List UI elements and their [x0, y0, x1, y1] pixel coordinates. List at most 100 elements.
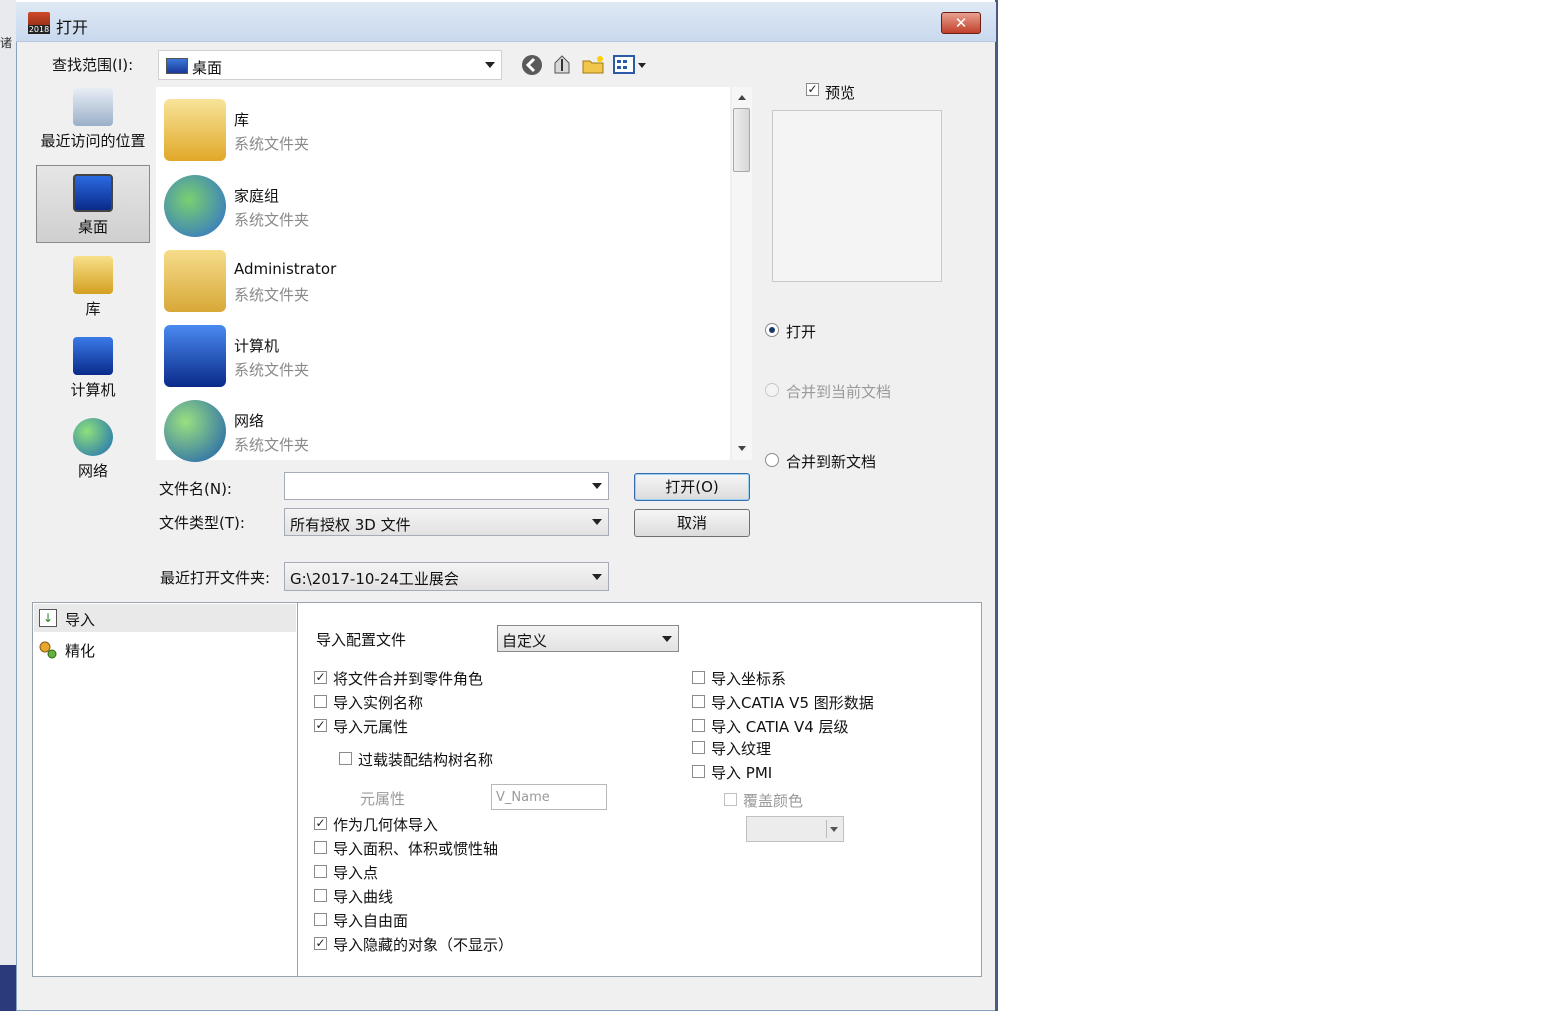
- meta-attribute-input[interactable]: V_Name: [491, 784, 607, 810]
- file-name: 库: [234, 111, 250, 129]
- open-radio-label: 打开: [786, 323, 817, 341]
- place-desktop[interactable]: 桌面: [36, 165, 150, 243]
- desktop-icon: [166, 58, 188, 74]
- filename-label: 文件名(N):: [159, 480, 232, 498]
- meta-attribute-value: V_Name: [496, 790, 550, 805]
- nav-item-refine[interactable]: 精化: [65, 640, 95, 661]
- place-library[interactable]: 库: [36, 256, 150, 322]
- up-folder-icon[interactable]: [550, 53, 574, 77]
- nav-item-import[interactable]: 导入: [65, 609, 95, 630]
- file-kind: 系统文件夹: [234, 286, 310, 304]
- recent-folder-label: 最近打开文件夹:: [160, 569, 271, 587]
- checkbox[interactable]: [314, 889, 327, 902]
- checkbox[interactable]: ✓: [314, 817, 327, 830]
- scrollbar-thumb[interactable]: [733, 108, 750, 172]
- dialog-footer: [17, 980, 995, 1010]
- open-button[interactable]: 打开(O): [634, 473, 750, 501]
- checkbox[interactable]: [724, 793, 737, 806]
- checkbox[interactable]: [692, 719, 705, 732]
- option-label: 导入纹理: [711, 740, 772, 758]
- import-icon: ↓: [39, 609, 57, 627]
- checkbox[interactable]: [339, 752, 352, 765]
- library-icon: [73, 256, 113, 294]
- option-label: 导入自由面: [333, 912, 409, 930]
- filetype-select[interactable]: 所有授权 3D 文件: [284, 508, 609, 536]
- merge-new-label: 合并到新文档: [786, 453, 877, 471]
- checkbox[interactable]: [692, 671, 705, 684]
- import-profile-value: 自定义: [502, 632, 548, 650]
- file-name: 网络: [234, 412, 265, 430]
- list-item[interactable]: 网络 系统文件夹: [164, 396, 724, 466]
- place-network[interactable]: 网络: [36, 418, 150, 484]
- option-label: 过载装配结构树名称: [358, 751, 494, 769]
- lookin-value: 桌面: [192, 59, 223, 77]
- checkbox[interactable]: [692, 741, 705, 754]
- checkbox[interactable]: [692, 765, 705, 778]
- background-text: 诸: [0, 36, 13, 50]
- file-kind: 系统文件夹: [234, 211, 310, 229]
- file-list[interactable]: 库 系统文件夹 家庭组 系统文件夹 Administrator 系统文件夹 计算…: [156, 87, 730, 462]
- place-library-label: 库: [85, 300, 101, 318]
- option-label: 导入坐标系: [711, 670, 787, 688]
- chevron-down-icon: [592, 573, 602, 580]
- filename-input[interactable]: [284, 472, 609, 500]
- views-menu-icon[interactable]: [612, 53, 648, 77]
- close-button[interactable]: ✕: [941, 12, 981, 34]
- app-icon-year: 2018: [28, 25, 50, 34]
- background-window-edge: [0, 0, 16, 1011]
- window-right-border: [995, 0, 998, 1011]
- option-label: 导入曲线: [333, 888, 394, 906]
- checkbox[interactable]: [314, 841, 327, 854]
- place-computer[interactable]: 计算机: [36, 337, 150, 403]
- preview-label: 预览: [825, 84, 856, 102]
- checkbox[interactable]: [314, 695, 327, 708]
- file-name: 家庭组: [234, 187, 280, 205]
- merge-current-radio[interactable]: [765, 383, 779, 397]
- new-folder-icon[interactable]: [581, 53, 605, 77]
- place-desktop-label: 桌面: [77, 218, 108, 236]
- scroll-down-icon[interactable]: [738, 446, 746, 451]
- override-color-picker[interactable]: [746, 816, 844, 842]
- merge-new-radio[interactable]: [765, 453, 779, 467]
- preview-checkbox[interactable]: ✓: [806, 83, 819, 96]
- file-name: 计算机: [234, 337, 280, 355]
- option-label: 将文件合并到零件角色: [333, 670, 484, 688]
- place-computer-label: 计算机: [70, 381, 116, 399]
- option-label: 导入面积、体积或惯性轴: [333, 840, 499, 858]
- recent-folder-select[interactable]: G:\2017-10-24工业展会: [284, 562, 609, 591]
- place-network-label: 网络: [77, 462, 108, 480]
- preview-area: [772, 110, 942, 282]
- place-recent-label: 最近访问的位置: [40, 132, 146, 150]
- back-arrow-icon[interactable]: [520, 53, 544, 77]
- list-item[interactable]: 库 系统文件夹: [164, 95, 724, 165]
- recent-folder-value: G:\2017-10-24工业展会: [290, 570, 459, 588]
- open-radio[interactable]: [765, 323, 779, 337]
- merge-current-label: 合并到当前文档: [786, 383, 892, 401]
- title-bar[interactable]: [16, 2, 996, 42]
- lookin-label: 查找范围(I):: [52, 56, 134, 74]
- checkbox[interactable]: ✓: [314, 671, 327, 684]
- list-item[interactable]: 家庭组 系统文件夹: [164, 171, 724, 241]
- checkbox[interactable]: ✓: [314, 719, 327, 732]
- file-kind: 系统文件夹: [234, 436, 310, 454]
- checkbox[interactable]: ✓: [314, 937, 327, 950]
- checkbox[interactable]: [314, 865, 327, 878]
- list-item[interactable]: Administrator 系统文件夹: [164, 246, 724, 316]
- cancel-button[interactable]: 取消: [634, 509, 750, 537]
- option-label: 导入 PMI: [711, 764, 773, 782]
- checkbox[interactable]: [692, 695, 705, 708]
- close-icon: ✕: [954, 14, 968, 32]
- place-recent[interactable]: 最近访问的位置: [36, 88, 150, 158]
- checkbox[interactable]: [314, 913, 327, 926]
- lookin-combo[interactable]: 桌面: [158, 50, 502, 80]
- homegroup-icon: [164, 175, 226, 237]
- import-profile-select[interactable]: 自定义: [497, 625, 679, 652]
- chevron-down-icon: [592, 519, 602, 525]
- options-splitter[interactable]: [297, 603, 298, 976]
- app-icon: 2018: [28, 12, 50, 34]
- list-item[interactable]: 计算机 系统文件夹: [164, 321, 724, 391]
- filetype-label: 文件类型(T):: [159, 514, 245, 532]
- filetype-value: 所有授权 3D 文件: [290, 516, 411, 534]
- scroll-up-icon[interactable]: [738, 95, 746, 100]
- computer-icon: [164, 325, 226, 387]
